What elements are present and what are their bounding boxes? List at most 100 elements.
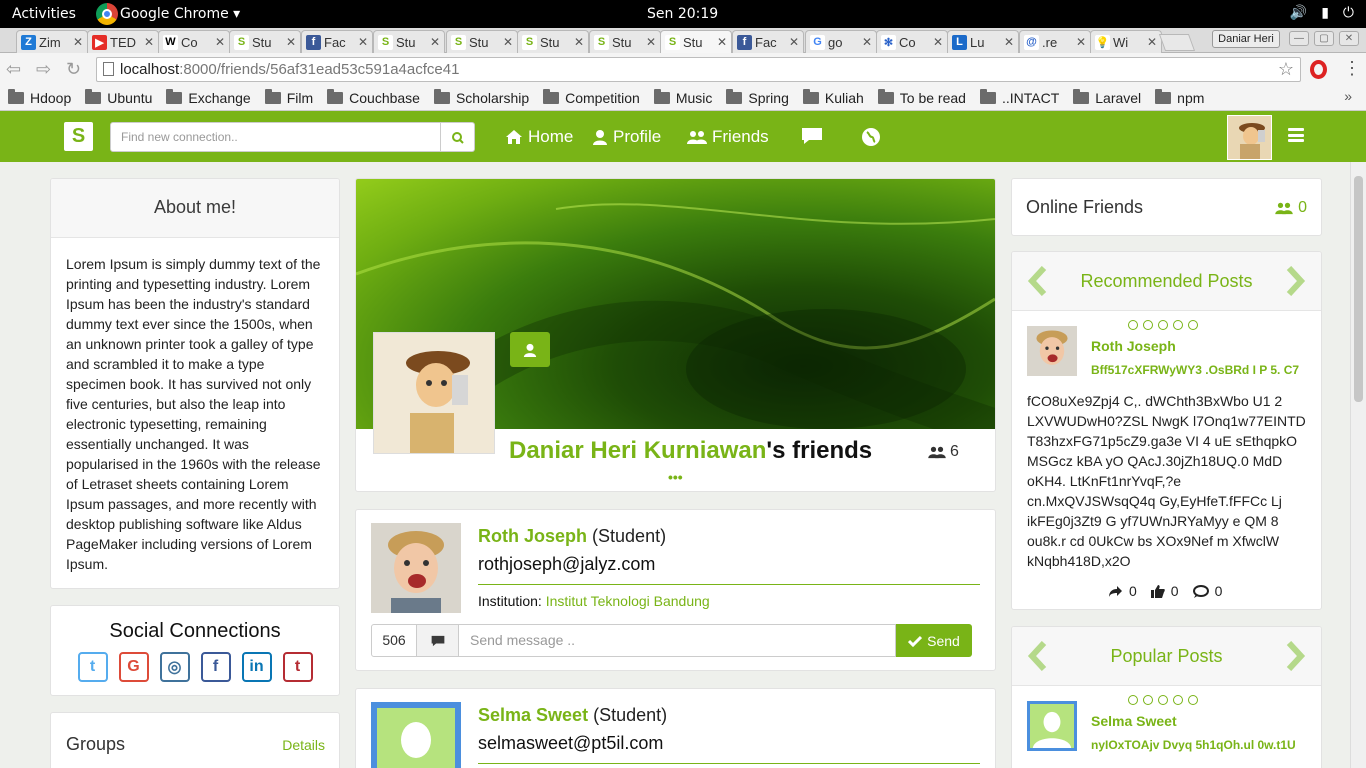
twitter-icon[interactable]: t [77,652,108,682]
post-author-name[interactable]: Selma Sweet [1091,713,1177,729]
bookmark-folder[interactable]: To be read [877,88,966,106]
nav-explore[interactable] [861,127,886,147]
post-author-name[interactable]: Roth Joseph [1091,338,1176,354]
browser-tab[interactable]: f Fac ✕ [732,30,804,53]
bookmarks-overflow-icon[interactable]: » [1344,88,1352,104]
post-author-avatar[interactable] [1027,326,1077,376]
close-tab-icon[interactable]: ✕ [286,35,296,49]
close-tab-icon[interactable]: ✕ [73,35,83,49]
browser-tab[interactable]: S Stu ✕ [589,30,661,53]
close-tab-icon[interactable]: ✕ [646,35,656,49]
clock[interactable]: Sen 20:19 [647,6,718,22]
nav-messages[interactable] [801,127,828,145]
browser-tab[interactable]: W Co ✕ [158,30,230,53]
power-icon[interactable]: ⏻ [1343,5,1354,21]
menu-hamburger-icon[interactable] [1288,128,1304,142]
address-bar[interactable]: localhost:8000/friends/56af31ead53c591a4… [96,57,1301,82]
close-tab-icon[interactable]: ✕ [503,35,513,49]
browser-tab[interactable]: Ggo ✕ [805,30,877,53]
page-scrollbar[interactable] [1350,162,1366,768]
carousel-indicators[interactable] [1128,320,1198,330]
bookmark-folder[interactable]: ..INTACT [979,88,1059,106]
bookmark-folder[interactable]: Music [653,88,712,106]
search-button[interactable] [441,122,475,152]
more-options-icon[interactable]: ••• [668,469,683,485]
profile-user-button[interactable] [510,332,550,367]
browser-tab[interactable]: S Stu ✕ [229,30,301,53]
new-tab-button[interactable] [1158,34,1196,51]
bookmark-folder[interactable]: Scholarship [433,88,529,106]
close-tab-icon[interactable]: ✕ [1147,35,1157,49]
friend-avatar[interactable] [371,702,461,768]
browser-tab[interactable]: S Stu ✕ [373,30,445,53]
chevron-right-icon[interactable] [1279,641,1309,671]
bookmark-folder[interactable]: Laravel [1073,88,1141,106]
close-tab-icon[interactable]: ✕ [144,35,154,49]
share-stat[interactable]: 0 [1108,583,1137,599]
minimize-button[interactable]: — [1289,31,1309,46]
facebook-icon[interactable]: f [200,652,231,682]
like-stat[interactable]: 0 [1150,583,1179,599]
bookmark-folder[interactable]: Spring [726,88,789,106]
close-tab-icon[interactable]: ✕ [717,35,727,49]
linkedin-icon[interactable]: in [241,652,272,682]
chrome-menu-icon[interactable]: ⋮ [1343,58,1361,79]
post-author-avatar[interactable] [1027,701,1077,751]
opera-extension-icon[interactable] [1310,60,1327,79]
reload-button[interactable]: ↻ [66,59,81,80]
send-button[interactable]: Send [896,624,972,657]
nav-home[interactable]: Home [505,127,573,147]
close-tab-icon[interactable]: ✕ [1076,35,1086,49]
browser-tab[interactable]: ▶ TED ✕ [87,30,159,53]
browser-tab[interactable]: f Fac ✕ [301,30,373,53]
scrollbar-thumb[interactable] [1354,176,1363,402]
instagram-icon[interactable]: ◎ [159,652,190,682]
friend-avatar[interactable] [371,523,461,613]
browser-tab[interactable]: Z Zim ✕ [16,30,88,53]
browser-tab[interactable]: S Stu ✕ [660,30,732,53]
bookmark-folder[interactable]: Film [264,88,313,106]
browser-tab[interactable]: S Stu ✕ [517,30,589,53]
close-window-button[interactable]: ✕ [1339,31,1359,46]
close-tab-icon[interactable]: ✕ [430,35,440,49]
close-tab-icon[interactable]: ✕ [1004,35,1014,49]
browser-tab[interactable]: ✻ Co ✕ [876,30,948,53]
app-menu[interactable]: Google Chrome ▾ [96,3,240,25]
close-tab-icon[interactable]: ✕ [574,35,584,49]
close-tab-icon[interactable]: ✕ [933,35,943,49]
browser-tab[interactable]: @ .re ✕ [1019,30,1091,53]
bookmark-folder[interactable]: Kuliah [802,88,864,106]
carousel-indicators[interactable] [1128,695,1198,705]
volume-icon[interactable]: 🔊 [1290,5,1307,21]
profile-name-link[interactable]: Daniar Heri Kurniawan [509,437,766,464]
brand-logo[interactable]: S [64,122,93,151]
user-avatar[interactable] [1227,115,1272,160]
browser-tab[interactable]: L Lu ✕ [947,30,1019,53]
battery-icon[interactable]: ▮ [1321,5,1329,21]
message-input[interactable]: Send message .. [459,624,896,657]
close-tab-icon[interactable]: ✕ [862,35,872,49]
comment-stat[interactable]: 0 [1192,583,1222,599]
search-input[interactable]: Find new connection.. [110,122,441,152]
close-tab-icon[interactable]: ✕ [358,35,368,49]
bookmark-folder[interactable]: Ubuntu [85,88,152,106]
close-tab-icon[interactable]: ✕ [215,35,225,49]
post-title[interactable]: nyIOxTOAjv Dvyq 5h1qOh.ul 0w.t1U [1091,738,1296,752]
back-button[interactable]: ⇦ [6,59,21,80]
bookmark-folder[interactable]: npm [1155,88,1204,106]
friend-name-link[interactable]: Roth Joseph [478,526,587,546]
nav-profile[interactable]: Profile [592,127,661,147]
forward-button[interactable]: ⇨ [36,59,51,80]
profile-switcher[interactable]: Daniar Heri [1212,30,1280,48]
activities-button[interactable]: Activities [12,6,76,22]
bookmark-folder[interactable]: Couchbase [327,88,420,106]
tumblr-icon[interactable]: t [282,652,313,682]
nav-friends[interactable]: Friends [687,127,769,147]
system-tray[interactable]: 🔊 ▮ ⏻ [1290,5,1354,21]
bookmark-star-icon[interactable]: ☆ [1278,58,1294,81]
post-title[interactable]: Bff517cXFRWyWY3 .OsBRd I P 5. C7 [1091,363,1299,377]
google-plus-icon[interactable]: G [118,652,149,682]
friend-name-link[interactable]: Selma Sweet [478,705,588,725]
browser-tab[interactable]: S Stu ✕ [446,30,518,53]
close-tab-icon[interactable]: ✕ [789,35,799,49]
